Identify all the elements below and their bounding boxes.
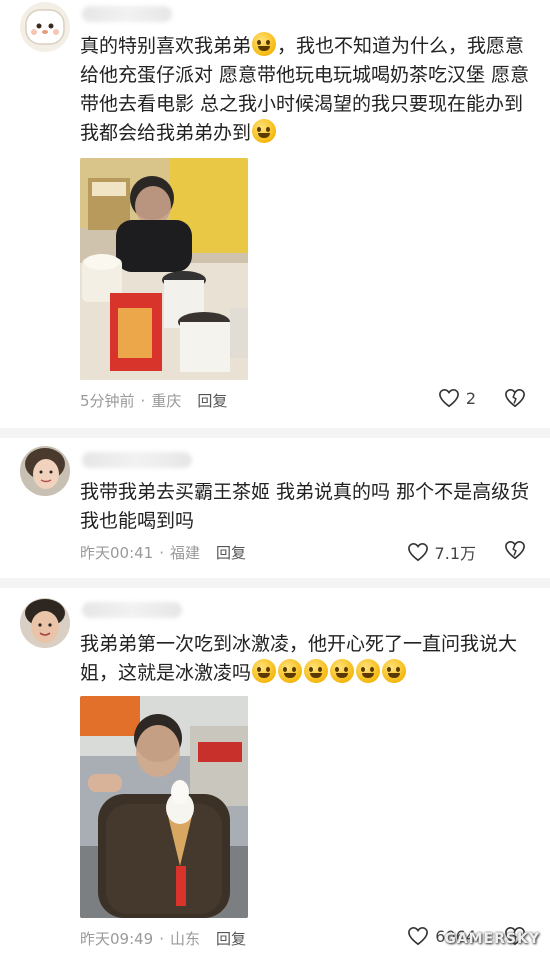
dislike-button[interactable] (504, 388, 526, 412)
comment-text: 我带我弟去买霸王茶姬 我弟说真的吗 那个不是高级货 我也能喝到吗 (80, 481, 530, 532)
like-count: 2 (465, 388, 476, 408)
comment-text: 真的特别喜欢我弟弟 ，我也不知道为什么，我愿意给他充蛋仔派对 愿意带他玩电玩城喝奶… (80, 32, 530, 148)
pleading-emoji-icon (356, 659, 381, 683)
laugh-emoji-icon (252, 119, 277, 143)
pleading-emoji-icon (330, 659, 355, 683)
comment-2: 我带我弟去买霸王茶姬 我弟说真的吗 那个不是高级货 我也能喝到吗 昨天00:41… (0, 438, 550, 578)
section-divider (0, 578, 550, 588)
comment-3: 我弟弟第一次吃到冰激凌，他开心死了一直问我说大姐，这就是冰激凌吗 昨天09:49… (0, 588, 550, 955)
pleading-emoji-icon (278, 659, 303, 683)
heart-icon (408, 926, 429, 946)
comment-1: 真的特别喜欢我弟弟 ，我也不知道为什么，我愿意给他充蛋仔派对 愿意带他玩电玩城喝奶… (0, 0, 550, 430)
broken-heart-icon (505, 540, 525, 560)
comment-meta: 昨天00:41 · 福建 回复 (80, 544, 247, 562)
comment-photo-1[interactable] (80, 158, 248, 380)
section-divider (0, 428, 550, 438)
pleading-emoji-icon (304, 659, 329, 683)
comment-time: 昨天00:41 (80, 544, 154, 562)
pleading-emoji-icon (382, 659, 407, 683)
like-count: 7.1万 (434, 544, 476, 563)
username-blurred[interactable] (82, 602, 182, 618)
like-button[interactable]: 7.1万 (407, 540, 476, 564)
grin-emoji-icon (252, 32, 277, 56)
username-blurred[interactable] (82, 452, 192, 468)
watermark: GAMERSKY (444, 931, 540, 947)
comment-photo-2[interactable] (80, 696, 248, 918)
pleading-emoji-icon (252, 659, 277, 683)
reply-button[interactable]: 回复 (216, 930, 246, 948)
comment-location: 重庆 (151, 392, 182, 410)
reply-button[interactable]: 回复 (216, 544, 246, 562)
comment-location: 山东 (170, 930, 201, 948)
comment-meta: 昨天09:49 · 山东 回复 (80, 930, 247, 948)
reply-button[interactable]: 回复 (197, 392, 227, 410)
dislike-button[interactable] (504, 540, 526, 564)
comment-time: 5分钟前 (80, 392, 135, 410)
comment-text: 我弟弟第一次吃到冰激凌，他开心死了一直问我说大姐，这就是冰激凌吗 (80, 633, 518, 684)
avatar[interactable] (20, 598, 70, 648)
comment-location: 福建 (170, 544, 201, 562)
like-button[interactable]: 2 (438, 388, 476, 408)
heart-icon (407, 542, 428, 562)
heart-icon (438, 388, 459, 408)
username-blurred[interactable] (82, 6, 172, 22)
comment-time: 昨天09:49 (80, 930, 154, 948)
comment-meta: 5分钟前 · 重庆 回复 (80, 392, 228, 410)
avatar[interactable] (20, 2, 70, 52)
avatar[interactable] (20, 446, 70, 496)
broken-heart-icon (505, 388, 525, 408)
